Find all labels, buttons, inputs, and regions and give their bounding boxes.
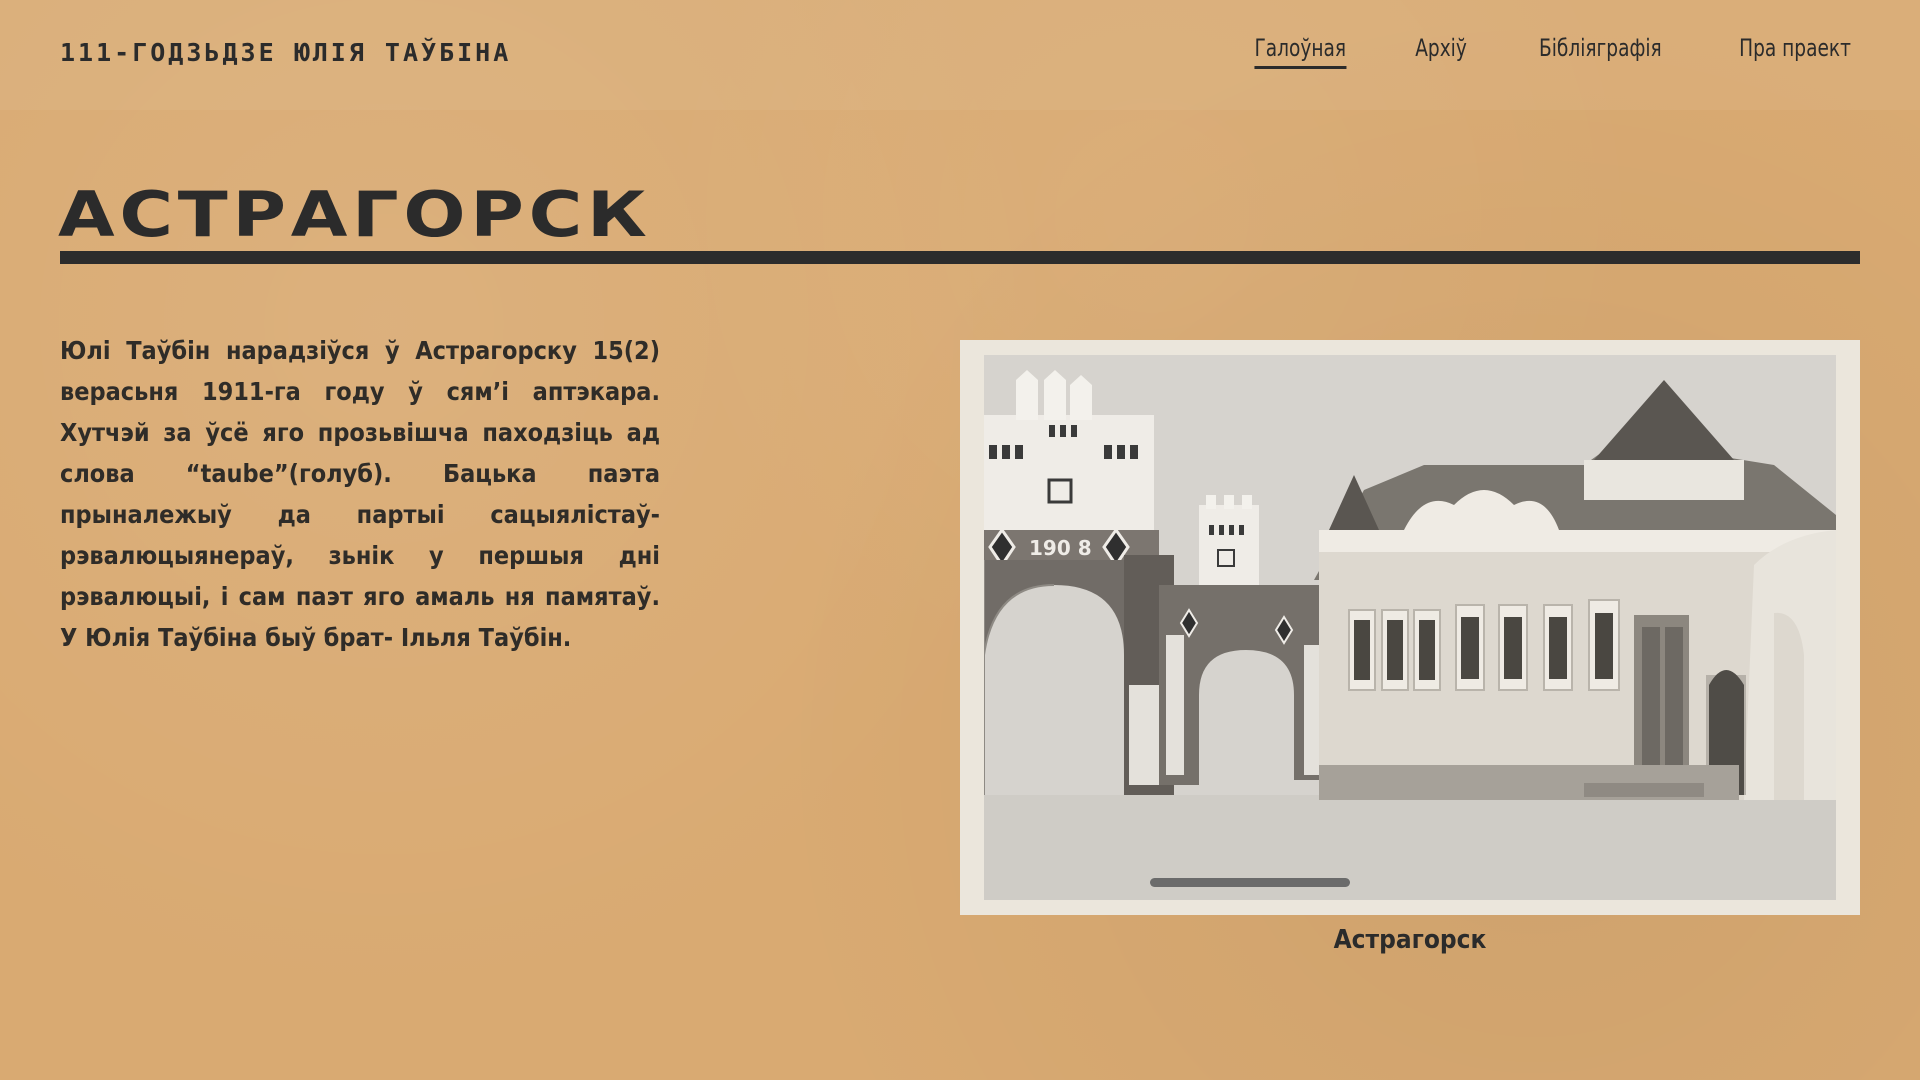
top-bar: 111-ГОДЗЬДЗЕ ЮЛІЯ ТАЎБІНА Галоўная Архіў… xyxy=(0,0,1920,110)
nav-link-archive[interactable]: Архіў xyxy=(1416,34,1468,69)
main-nav: Галоўная Архіў Бібліяграфія Пра праект xyxy=(1247,34,1860,69)
photo-frame: 190 8 xyxy=(960,340,1860,915)
arch-year-text: 190 8 xyxy=(1029,536,1092,560)
nav-link-bibliography[interactable]: Бібліяграфія xyxy=(1539,34,1662,69)
site-title[interactable]: 111-ГОДЗЬДЗЕ ЮЛІЯ ТАЎБІНА xyxy=(60,38,511,67)
nav-link-home[interactable]: Галоўная xyxy=(1254,34,1346,69)
heading-divider xyxy=(60,251,1860,264)
photo-caption: Астрагорск xyxy=(1333,925,1487,955)
nav-link-about[interactable]: Пра праект xyxy=(1739,34,1851,69)
photo-scrollbar[interactable] xyxy=(1150,878,1350,887)
page-heading: АСТРАГОРСК xyxy=(58,178,652,251)
astrahorsk-photo: 190 8 xyxy=(984,355,1836,900)
biography-text: Юлі Таўбін нарадзіўся ў Астрагорску 15(2… xyxy=(60,336,660,652)
buildings-illustration: 190 8 xyxy=(984,370,1836,900)
